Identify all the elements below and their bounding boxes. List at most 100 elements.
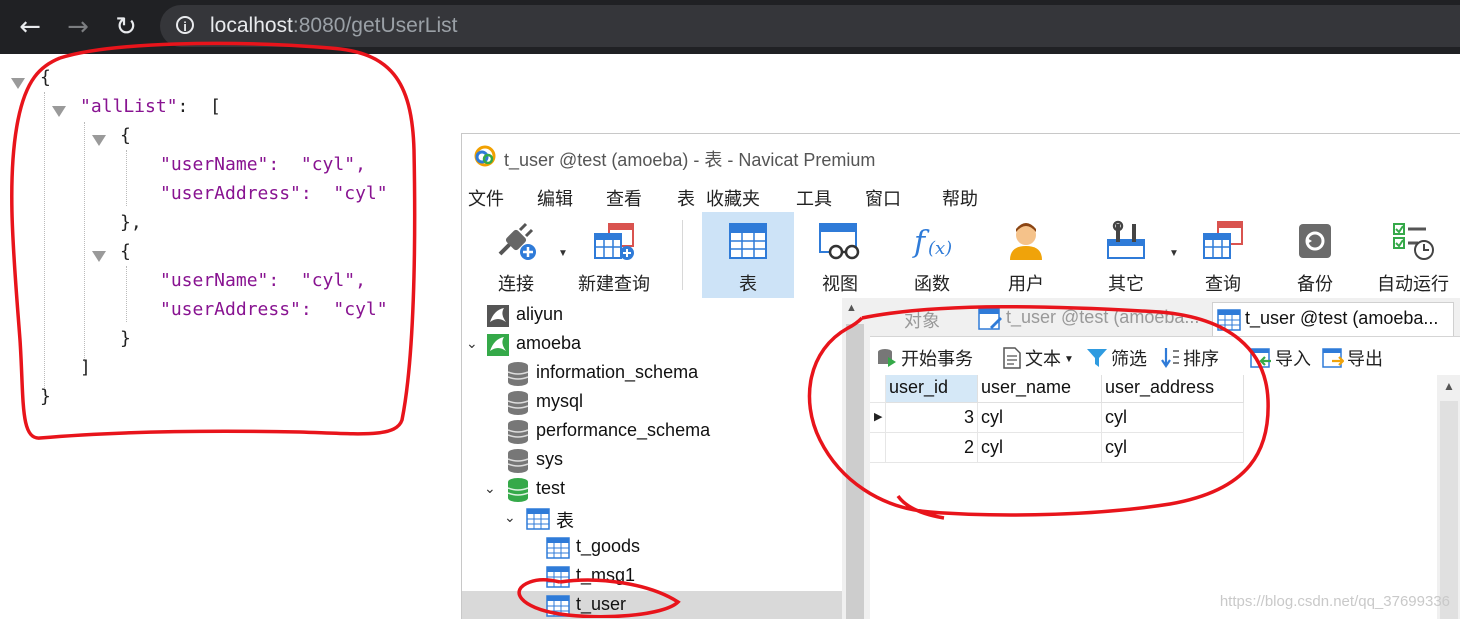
forward-arrow-icon[interactable]: → <box>60 9 96 45</box>
text-view-label: 文本 <box>1025 349 1061 369</box>
cell-user-name[interactable]: cyl <box>978 403 1102 433</box>
menu-help[interactable]: 帮助 <box>942 185 978 211</box>
auto-run-icon <box>1393 223 1434 260</box>
filter-label: 筛选 <box>1111 349 1147 369</box>
url-path: :8080/getUserList <box>292 14 458 37</box>
dropdown-arrow-icon[interactable]: ▼ <box>1169 248 1179 259</box>
tree-item-t-goods[interactable]: t_goods <box>462 533 842 562</box>
tree-label: test <box>536 478 566 498</box>
tab-objects[interactable]: 对象 <box>870 302 972 335</box>
dropdown-arrow-icon[interactable]: ▼ <box>558 248 568 259</box>
json-viewer: { "allList": [ { "userName": "cyl", "use… <box>0 54 460 454</box>
tab-label: t_user @test (amoeba... <box>1006 307 1200 327</box>
sort-button[interactable]: 排序 <box>1160 345 1219 371</box>
scrollbar-thumb[interactable] <box>846 324 864 619</box>
new-query-button[interactable]: 新建查询 <box>570 212 658 298</box>
view-icon <box>819 223 860 260</box>
backup-button[interactable]: 备份 <box>1274 212 1356 298</box>
tree-item-t-user[interactable]: t_user <box>462 591 842 619</box>
scrollbar-thumb[interactable] <box>1440 401 1458 619</box>
menu-file[interactable]: 文件 <box>468 185 504 211</box>
tree-item-amoeba[interactable]: ⌄ amoeba <box>462 330 842 359</box>
row-indicator[interactable]: ▶ <box>870 403 886 433</box>
database-icon <box>507 420 529 444</box>
tab-table-design[interactable]: t_user @test (amoeba... <box>974 302 1210 335</box>
grid-scrollbar[interactable]: ▲ <box>1437 375 1460 619</box>
cell-user-id[interactable]: 3 <box>886 403 978 433</box>
scroll-up-arrow-icon[interactable]: ▲ <box>1443 379 1455 393</box>
other-label: 其它 <box>1108 274 1144 294</box>
menu-favorites[interactable]: 收藏夹 <box>706 185 760 211</box>
tree-label: amoeba <box>516 333 582 353</box>
view-button[interactable]: 视图 <box>798 212 882 298</box>
import-button[interactable]: 导入 <box>1250 345 1311 371</box>
row-indicator[interactable] <box>870 433 886 463</box>
plug-icon <box>498 222 536 260</box>
menu-table[interactable]: 表 <box>677 185 695 211</box>
indent-guide <box>126 150 127 206</box>
scroll-up-arrow-icon[interactable]: ▲ <box>846 302 857 314</box>
cell-user-address[interactable]: cyl <box>1102 433 1244 463</box>
table-icon <box>526 508 550 530</box>
url-text[interactable]: localhost:8080/getUserList <box>210 14 458 38</box>
chevron-down-icon[interactable]: ⌄ <box>466 335 478 352</box>
collapse-triangle-icon[interactable] <box>92 135 106 146</box>
begin-transaction-label: 开始事务 <box>901 349 973 369</box>
tree-item-t-msg1[interactable]: t_msg1 <box>462 562 842 591</box>
collapse-triangle-icon[interactable] <box>11 78 25 89</box>
filter-funnel-icon <box>1087 349 1107 367</box>
chevron-down-icon[interactable]: ⌄ <box>504 509 516 526</box>
auto-run-button[interactable]: 自动运行 <box>1368 212 1458 298</box>
other-button[interactable]: 其它 <box>1084 212 1168 298</box>
table-icon <box>546 595 570 617</box>
connect-button[interactable]: 连接 <box>480 212 552 298</box>
filter-button[interactable]: 筛选 <box>1086 345 1147 371</box>
title-bar: t_user @test (amoeba) - 表 - Navicat Prem… <box>462 134 1460 178</box>
menu-view[interactable]: 查看 <box>606 185 642 211</box>
table-button[interactable]: 表 <box>702 212 794 298</box>
cell-user-id[interactable]: 2 <box>886 433 978 463</box>
text-view-button[interactable]: 文本 ▼ <box>1002 345 1074 371</box>
database-icon <box>507 449 529 473</box>
function-label: 函数 <box>914 274 950 294</box>
cell-user-address[interactable]: cyl <box>1102 403 1244 433</box>
info-icon[interactable]: i <box>176 16 194 34</box>
collapse-triangle-icon[interactable] <box>52 106 66 117</box>
tab-table-data[interactable]: t_user @test (amoeba... <box>1212 302 1454 336</box>
dropdown-arrow-icon[interactable]: ▼ <box>1064 354 1074 365</box>
tree-item-information-schema[interactable]: information_schema <box>462 359 842 388</box>
export-button[interactable]: 导出 <box>1322 345 1383 371</box>
begin-transaction-button[interactable]: 开始事务 <box>876 345 973 371</box>
tree-item-test[interactable]: ⌄ test <box>462 475 842 504</box>
menu-edit[interactable]: 编辑 <box>537 185 573 211</box>
back-arrow-icon[interactable]: ← <box>12 9 48 45</box>
mysql-connection-icon <box>487 334 509 356</box>
user-button[interactable]: 用户 <box>984 212 1068 298</box>
tree-item-mysql[interactable]: mysql <box>462 388 842 417</box>
cell-user-name[interactable]: cyl <box>978 433 1102 463</box>
import-label: 导入 <box>1275 349 1311 369</box>
json-brace: } <box>40 386 51 407</box>
column-header-user-address[interactable]: user_address <box>1102 375 1244 403</box>
object-tree: aliyun ⌄ amoeba information_schema mysql… <box>462 298 842 619</box>
json-punct: : [ <box>177 96 221 117</box>
tree-item-aliyun[interactable]: aliyun <box>462 301 842 330</box>
reload-icon[interactable]: ↻ <box>108 9 144 45</box>
query-button[interactable]: 查询 <box>1182 212 1264 298</box>
current-row-arrow-icon: ▶ <box>874 411 883 423</box>
collapse-triangle-icon[interactable] <box>92 251 106 262</box>
address-bar[interactable]: i localhost:8080/getUserList <box>160 5 1460 47</box>
menu-tools[interactable]: 工具 <box>796 185 832 211</box>
function-button[interactable]: f (x) 函数 <box>890 212 974 298</box>
column-header-user-id[interactable]: user_id <box>886 375 978 403</box>
tree-label: 表 <box>556 511 574 531</box>
column-header-user-name[interactable]: user_name <box>978 375 1102 403</box>
import-icon <box>1250 348 1271 368</box>
tree-item-performance-schema[interactable]: performance_schema <box>462 417 842 446</box>
tree-scrollbar[interactable]: ▲ <box>842 298 868 619</box>
tools-icon <box>1107 220 1145 259</box>
tree-item-sys[interactable]: sys <box>462 446 842 475</box>
chevron-down-icon[interactable]: ⌄ <box>484 480 496 497</box>
tree-item-tables-folder[interactable]: ⌄ 表 <box>462 504 842 533</box>
menu-window[interactable]: 窗口 <box>865 185 901 211</box>
